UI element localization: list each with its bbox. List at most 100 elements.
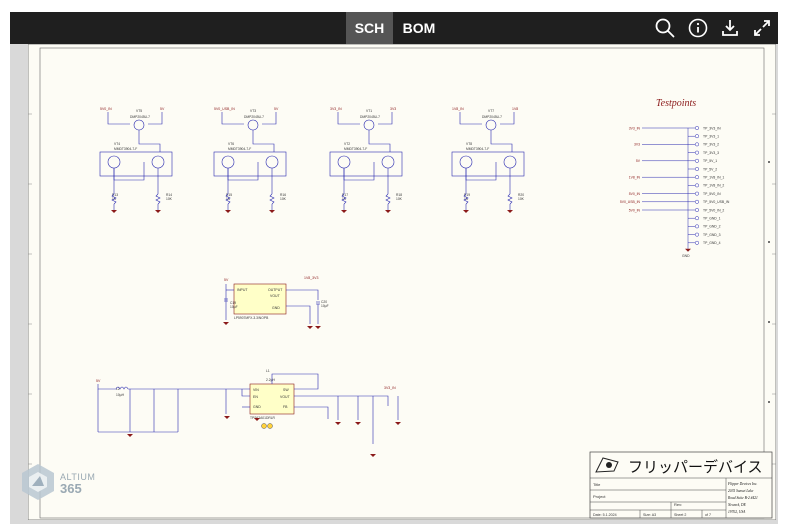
fet-rail-in: 3V3_IN: [330, 107, 342, 111]
fet-r-right-val: 10K: [166, 197, 173, 201]
testpoint-label: TP_3V3_2: [703, 143, 719, 147]
testpoints-title: Testpoints: [656, 98, 696, 109]
ldo-input-pin: INPUT: [237, 288, 248, 292]
testpoint-label: TP_5V_2: [703, 167, 717, 171]
buck-inductor: L1: [266, 369, 270, 373]
fet-q-bottom-part: MMDT3904-7-F: [228, 147, 251, 151]
tb-of: of 7: [705, 513, 711, 517]
buck-part: TPS62A01DRLR: [250, 416, 276, 420]
buck-gnd-pin: GND: [253, 405, 261, 409]
ldo-vout-pin: VOUT: [270, 294, 281, 298]
testpoint-pad: [695, 232, 699, 237]
tab-bom[interactable]: BOM: [397, 12, 441, 44]
fet-r-right-val: 10K: [396, 197, 403, 201]
schematic-viewer[interactable]: 5V0_IN 5V VT5 DMP2045U-7 VT4 MMDT3904-7-F R13 1…: [10, 44, 778, 524]
fet-q-top-part: DMP2045U-7: [130, 115, 150, 119]
testpoint-label: TP_GND_3: [703, 233, 721, 237]
flipper-logo-icon: [593, 455, 623, 475]
tab-sch[interactable]: SCH: [346, 12, 393, 44]
fet-q-top-part: DMP2045U-7: [482, 115, 502, 119]
testpoint-pad: [695, 175, 699, 180]
fet-r-right-val: 10K: [518, 197, 525, 201]
testpoint-pad: [695, 224, 699, 229]
ldo-in-net: 5V: [224, 278, 229, 282]
testpoint-net: 5V0_IN: [629, 208, 641, 212]
testpoint-label: TP_5V_1: [703, 159, 717, 163]
fet-q-top: VT7: [488, 109, 494, 113]
altium-logo-icon: [22, 464, 54, 500]
ldo-out-net: 1V8_3V3: [304, 276, 318, 280]
testpoint-pad: [695, 240, 699, 245]
tb-size: Size: A3: [643, 513, 656, 517]
fet-q-bottom: VT6: [228, 142, 234, 146]
testpoint-label: TP_5V0_IN_2: [703, 208, 724, 212]
testpoint-net: 5V: [636, 159, 641, 163]
buck-in-inductor-val: 10µH: [116, 393, 125, 397]
search-icon[interactable]: [653, 16, 677, 40]
fullscreen-icon[interactable]: [750, 16, 774, 40]
testpoint-pad: [695, 167, 699, 171]
fet-rail-in: 5V0_IN: [100, 107, 112, 111]
ground-label: GND: [682, 254, 690, 258]
schematic-sheet: 5V0_IN 5VVT5DMP2045U-7VT4MMDT3904-7-FR131…: [28, 44, 776, 520]
buck-inductor-val: 2.2µH: [266, 378, 275, 382]
buck-sw-pin: SW: [283, 388, 289, 392]
fet-r-right-val: 10K: [280, 197, 287, 201]
testpoint-net: 5V0_IN: [629, 192, 641, 196]
fet-q-top-part: DMP2045U-7: [360, 115, 380, 119]
title-block: フリッパーデバイス Title Project Rev: Date: 5.1.2…: [589, 451, 773, 519]
testpoint-net: 1V8_IN: [629, 176, 641, 180]
tb-date: Date: 5.1.2024: [593, 513, 617, 517]
fet-rail-out: 5V: [160, 107, 165, 111]
testpoint-pad: [695, 150, 699, 155]
fet-q-bottom: VT2: [344, 142, 350, 146]
fet-q-bottom-part: MMDT3904-7-F: [344, 147, 367, 151]
testpoint-label: TP_5V0_IN: [703, 192, 721, 196]
testpoint-pad: [695, 216, 699, 221]
fet-q-bottom-part: MMDT3904-7-F: [114, 147, 137, 151]
company-line-2: 2035 Sunset Lake: [728, 489, 754, 493]
testpoint-label: TP_GND_4: [703, 241, 721, 245]
testpoint-label: TP_GND_1: [703, 217, 721, 221]
fet-q-top-part: DMP2045U-7: [244, 115, 264, 119]
fet-q-bottom: VT4: [114, 142, 120, 146]
tb-project: Project: [593, 494, 606, 499]
info-icon[interactable]: [686, 16, 710, 40]
ldo-gnd-pin: GND: [272, 306, 280, 310]
fet-q-top: VT3: [250, 109, 256, 113]
testpoint-pad: [695, 199, 699, 204]
tb-title: Title: [593, 482, 601, 487]
testpoint-pad: [695, 126, 699, 130]
testpoint-pad: [695, 191, 699, 196]
fet-rail-out: 1V8: [512, 107, 518, 111]
ldo-output-pin: OUTPUT: [268, 288, 283, 292]
company-logo-text: フリッパーデバイス: [628, 458, 763, 476]
viewer-toolbar: SCH BOM: [10, 12, 778, 44]
testpoint-pad: [695, 158, 699, 163]
testpoint-label: TP_3V3_3: [703, 151, 719, 155]
testpoint-net: 3V3: [634, 143, 640, 147]
fet-rail-out: 5V: [274, 107, 279, 111]
buck-en-pin: EN: [253, 395, 258, 399]
testpoint-net: 3V3_IN: [629, 126, 641, 130]
testpoint-pad: [695, 142, 699, 147]
buck-in-net: 5V: [96, 379, 101, 383]
fet-rail-in: 5V0_USB_IN: [214, 107, 235, 111]
fet-q-top: VT5: [136, 109, 142, 113]
altium-version-text: 365: [60, 481, 82, 496]
buck-out-net: 3V3_IN: [384, 386, 396, 390]
testpoint-label: TP_3V3_IN: [703, 126, 721, 130]
testpoint-net: 5V0_USB_IN: [620, 200, 641, 204]
fet-q-top: VT1: [366, 109, 372, 113]
testpoint-label: TP_1V8_IN_1: [703, 176, 724, 180]
testpoint-label: TP_GND_2: [703, 225, 721, 229]
company-line-3: Road Suite B-2 #421: [727, 496, 758, 500]
download-icon[interactable]: [718, 16, 742, 40]
ldo-cout-val: 10µF: [321, 304, 329, 308]
company-line-1: Flipper Devices Inc.: [727, 482, 758, 486]
tb-sheet: Sheet 2: [674, 513, 686, 517]
fet-q-bottom: VT8: [466, 142, 472, 146]
fet-rail-in: 1V8_IN: [452, 107, 464, 111]
ldo-part: LP5907MFX-3.3/NOPB: [234, 316, 269, 320]
testpoint-pad: [695, 208, 699, 212]
